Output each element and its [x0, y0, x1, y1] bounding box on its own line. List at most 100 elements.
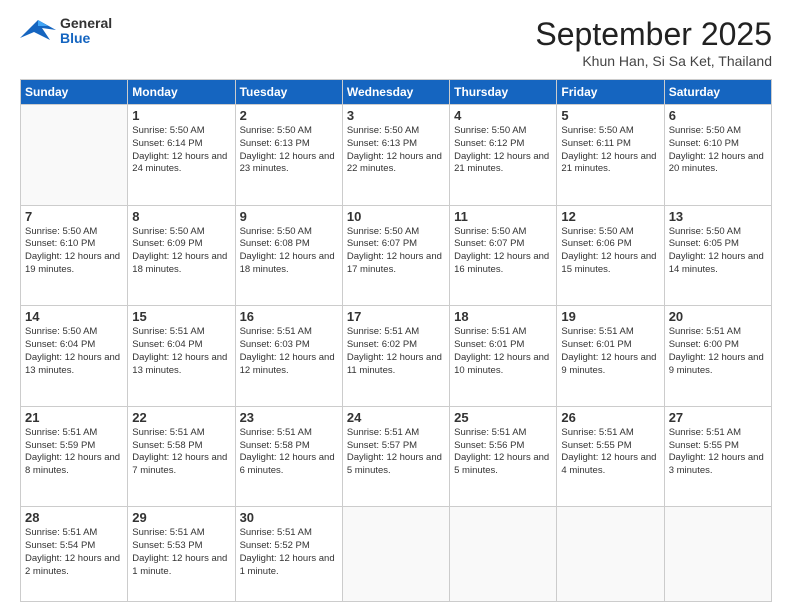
weekday-wednesday: Wednesday: [342, 80, 449, 105]
header: General Blue September 2025 Khun Han, Si…: [20, 16, 772, 69]
day-cell: 5 Sunrise: 5:50 AM Sunset: 6:11 PM Daylig…: [557, 105, 664, 206]
weekday-friday: Friday: [557, 80, 664, 105]
day-number: 22: [132, 410, 230, 425]
day-info: Sunrise: 5:51 AM Sunset: 5:57 PM Dayligh…: [347, 427, 445, 478]
day-cell: 7 Sunrise: 5:50 AM Sunset: 6:10 PM Daylig…: [21, 205, 128, 306]
day-info: Sunrise: 5:50 AM Sunset: 6:13 PM Dayligh…: [347, 125, 445, 176]
day-info: Sunrise: 5:51 AM Sunset: 5:55 PM Dayligh…: [669, 427, 767, 478]
day-number: 11: [454, 209, 552, 224]
weekday-monday: Monday: [128, 80, 235, 105]
day-info: Sunrise: 5:50 AM Sunset: 6:14 PM Dayligh…: [132, 125, 230, 176]
day-info: Sunrise: 5:51 AM Sunset: 5:52 PM Dayligh…: [240, 527, 338, 578]
day-number: 17: [347, 309, 445, 324]
day-info: Sunrise: 5:50 AM Sunset: 6:11 PM Dayligh…: [561, 125, 659, 176]
day-number: 14: [25, 309, 123, 324]
logo: General Blue: [20, 16, 112, 47]
week-row-3: 14 Sunrise: 5:50 AM Sunset: 6:04 PM Dayli…: [21, 306, 772, 407]
day-cell: 25 Sunrise: 5:51 AM Sunset: 5:56 PM Dayli…: [450, 406, 557, 507]
day-number: 18: [454, 309, 552, 324]
day-info: Sunrise: 5:51 AM Sunset: 6:01 PM Dayligh…: [454, 326, 552, 377]
day-info: Sunrise: 5:50 AM Sunset: 6:10 PM Dayligh…: [25, 226, 123, 277]
day-info: Sunrise: 5:51 AM Sunset: 6:00 PM Dayligh…: [669, 326, 767, 377]
day-cell: 18 Sunrise: 5:51 AM Sunset: 6:01 PM Dayli…: [450, 306, 557, 407]
weekday-tuesday: Tuesday: [235, 80, 342, 105]
day-info: Sunrise: 5:50 AM Sunset: 6:13 PM Dayligh…: [240, 125, 338, 176]
page: General Blue September 2025 Khun Han, Si…: [0, 0, 792, 612]
day-cell: 14 Sunrise: 5:50 AM Sunset: 6:04 PM Dayli…: [21, 306, 128, 407]
day-cell: 9Sunrise: 5:50 AM Sunset: 6:08 PM Daylig…: [235, 205, 342, 306]
day-cell: 23 Sunrise: 5:51 AM Sunset: 5:58 PM Dayli…: [235, 406, 342, 507]
day-cell: 28 Sunrise: 5:51 AM Sunset: 5:54 PM Dayli…: [21, 507, 128, 602]
day-cell: 11 Sunrise: 5:50 AM Sunset: 6:07 PM Dayli…: [450, 205, 557, 306]
day-info: Sunrise: 5:50 AM Sunset: 6:04 PM Dayligh…: [25, 326, 123, 377]
day-info: Sunrise: 5:50 AM Sunset: 6:12 PM Dayligh…: [454, 125, 552, 176]
day-number: 10: [347, 209, 445, 224]
day-info: Sunrise: 5:51 AM Sunset: 5:56 PM Dayligh…: [454, 427, 552, 478]
logo-general: General: [60, 16, 112, 31]
day-number: 5: [561, 108, 659, 123]
day-cell: [450, 507, 557, 602]
day-number: 9: [240, 209, 338, 224]
day-cell: 21Sunrise: 5:51 AM Sunset: 5:59 PM Dayli…: [21, 406, 128, 507]
day-number: 28: [25, 510, 123, 525]
calendar-table: SundayMondayTuesdayWednesdayThursdayFrid…: [20, 79, 772, 602]
day-cell: 26Sunrise: 5:51 AM Sunset: 5:55 PM Dayli…: [557, 406, 664, 507]
week-row-5: 28 Sunrise: 5:51 AM Sunset: 5:54 PM Dayli…: [21, 507, 772, 602]
day-cell: [557, 507, 664, 602]
day-info: Sunrise: 5:51 AM Sunset: 5:58 PM Dayligh…: [240, 427, 338, 478]
logo-text: General Blue: [60, 16, 112, 47]
day-number: 15: [132, 309, 230, 324]
day-number: 25: [454, 410, 552, 425]
day-cell: 30 Sunrise: 5:51 AM Sunset: 5:52 PM Dayli…: [235, 507, 342, 602]
weekday-sunday: Sunday: [21, 80, 128, 105]
day-info: Sunrise: 5:50 AM Sunset: 6:05 PM Dayligh…: [669, 226, 767, 277]
day-number: 30: [240, 510, 338, 525]
day-info: Sunrise: 5:51 AM Sunset: 5:59 PM Dayligh…: [25, 427, 123, 478]
day-info: Sunrise: 5:51 AM Sunset: 5:58 PM Dayligh…: [132, 427, 230, 478]
location: Khun Han, Si Sa Ket, Thailand: [535, 53, 772, 69]
day-number: 16: [240, 309, 338, 324]
day-cell: 29 Sunrise: 5:51 AM Sunset: 5:53 PM Dayli…: [128, 507, 235, 602]
day-info: Sunrise: 5:51 AM Sunset: 5:54 PM Dayligh…: [25, 527, 123, 578]
week-row-2: 7 Sunrise: 5:50 AM Sunset: 6:10 PM Daylig…: [21, 205, 772, 306]
day-info: Sunrise: 5:51 AM Sunset: 6:01 PM Dayligh…: [561, 326, 659, 377]
bird-icon: [20, 16, 56, 46]
day-number: 12: [561, 209, 659, 224]
day-cell: 1 Sunrise: 5:50 AM Sunset: 6:14 PM Daylig…: [128, 105, 235, 206]
week-row-4: 21Sunrise: 5:51 AM Sunset: 5:59 PM Dayli…: [21, 406, 772, 507]
day-number: 8: [132, 209, 230, 224]
day-number: 7: [25, 209, 123, 224]
day-info: Sunrise: 5:50 AM Sunset: 6:07 PM Dayligh…: [454, 226, 552, 277]
day-info: Sunrise: 5:51 AM Sunset: 5:55 PM Dayligh…: [561, 427, 659, 478]
day-cell: 12 Sunrise: 5:50 AM Sunset: 6:06 PM Dayli…: [557, 205, 664, 306]
logo-blue: Blue: [60, 31, 112, 46]
day-info: Sunrise: 5:51 AM Sunset: 6:02 PM Dayligh…: [347, 326, 445, 377]
day-cell: 24Sunrise: 5:51 AM Sunset: 5:57 PM Dayli…: [342, 406, 449, 507]
day-info: Sunrise: 5:51 AM Sunset: 6:04 PM Dayligh…: [132, 326, 230, 377]
weekday-header-row: SundayMondayTuesdayWednesdayThursdayFrid…: [21, 80, 772, 105]
day-cell: 22 Sunrise: 5:51 AM Sunset: 5:58 PM Dayli…: [128, 406, 235, 507]
day-number: 3: [347, 108, 445, 123]
day-number: 20: [669, 309, 767, 324]
day-number: 1: [132, 108, 230, 123]
day-cell: 17 Sunrise: 5:51 AM Sunset: 6:02 PM Dayli…: [342, 306, 449, 407]
day-cell: 8 Sunrise: 5:50 AM Sunset: 6:09 PM Daylig…: [128, 205, 235, 306]
day-cell: [342, 507, 449, 602]
day-number: 29: [132, 510, 230, 525]
day-cell: 6Sunrise: 5:50 AM Sunset: 6:10 PM Daylig…: [664, 105, 771, 206]
day-cell: 27 Sunrise: 5:51 AM Sunset: 5:55 PM Dayli…: [664, 406, 771, 507]
day-cell: 13 Sunrise: 5:50 AM Sunset: 6:05 PM Dayli…: [664, 205, 771, 306]
title-block: September 2025 Khun Han, Si Sa Ket, Thai…: [535, 16, 772, 69]
day-info: Sunrise: 5:50 AM Sunset: 6:09 PM Dayligh…: [132, 226, 230, 277]
day-number: 23: [240, 410, 338, 425]
day-number: 2: [240, 108, 338, 123]
day-cell: 16Sunrise: 5:51 AM Sunset: 6:03 PM Dayli…: [235, 306, 342, 407]
day-cell: 19Sunrise: 5:51 AM Sunset: 6:01 PM Dayli…: [557, 306, 664, 407]
day-cell: 4Sunrise: 5:50 AM Sunset: 6:12 PM Daylig…: [450, 105, 557, 206]
day-info: Sunrise: 5:51 AM Sunset: 5:53 PM Dayligh…: [132, 527, 230, 578]
day-info: Sunrise: 5:50 AM Sunset: 6:07 PM Dayligh…: [347, 226, 445, 277]
weekday-thursday: Thursday: [450, 80, 557, 105]
day-number: 27: [669, 410, 767, 425]
day-info: Sunrise: 5:50 AM Sunset: 6:06 PM Dayligh…: [561, 226, 659, 277]
day-number: 13: [669, 209, 767, 224]
